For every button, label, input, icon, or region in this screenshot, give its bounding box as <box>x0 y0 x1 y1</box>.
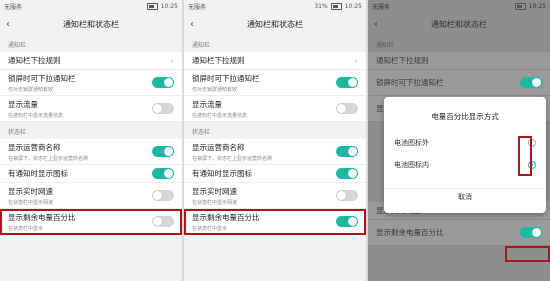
section-status: 状态栏 <box>192 129 211 136</box>
row-show-flow[interactable]: 显示流量在通知栏中显示流量信息 <box>0 96 182 122</box>
row-sub: 在状态栏中显示 <box>8 225 44 232</box>
back-arrow-icon[interactable]: ‹ <box>374 19 388 30</box>
net-speed-toggle[interactable] <box>152 190 174 201</box>
show-flow-toggle[interactable] <box>152 103 174 114</box>
row-sub: 在通知栏中显示流量信息 <box>8 112 64 119</box>
title-bar: ‹ 通知栏和状态栏 <box>0 13 182 35</box>
row-pull-rule[interactable]: 通知栏下拉规则 › <box>0 52 182 70</box>
row-label: 有通知时显示图标 <box>192 169 252 178</box>
battery-pct-toggle[interactable] <box>336 216 358 227</box>
row-label: 锁屏时可下拉通知栏 <box>192 73 260 83</box>
row-sub: 仅对无锁屏通知有效 <box>192 86 238 93</box>
row-carrier-name[interactable]: 显示运营商名称在锁屏下，状态栏上显示运营商名称 <box>184 139 366 165</box>
row-battery-pct[interactable]: 显示剩余电量百分比 在状态栏中显示 <box>184 209 366 235</box>
status-bar: 无服务 31% 10:25 <box>184 0 366 13</box>
title-bar: ‹ 通知栏和状态栏 <box>184 13 366 35</box>
dialog-title: 电量百分比显示方式 <box>431 112 499 121</box>
row-label: 显示运营商名称 <box>8 142 61 152</box>
row-sub: 在通知栏中显示流量信息 <box>192 112 248 119</box>
row-label: 显示剩余电量百分比 <box>192 212 260 222</box>
row-pull-rule[interactable]: 通知栏下拉规则 › <box>368 52 550 70</box>
row-label: 通知栏下拉规则 <box>192 56 245 65</box>
row-label: 显示流量 <box>8 99 38 109</box>
show-flow-toggle[interactable] <box>336 103 358 114</box>
battery-icon <box>330 3 342 10</box>
back-arrow-icon[interactable]: ‹ <box>190 19 204 30</box>
row-sub: 在锁屏下，状态栏上显示运营商名称 <box>8 155 89 162</box>
notify-icon-toggle[interactable] <box>336 168 358 179</box>
row-label: 显示实时网速 <box>8 186 53 196</box>
row-label: 显示运营商名称 <box>192 142 245 152</box>
lock-pull-toggle[interactable] <box>152 77 174 88</box>
row-net-speed[interactable]: 显示实时网速 在状态栏中显示网速 <box>0 183 182 209</box>
battery-pct-toggle[interactable] <box>520 227 542 238</box>
row-pull-rule[interactable]: 通知栏下拉规则 › <box>184 52 366 70</box>
row-sub: 仅对无锁屏通知有效 <box>8 86 54 93</box>
row-show-flow[interactable]: 显示流量在通知栏中显示流量信息 <box>184 96 366 122</box>
carrier-text: 无服务 <box>372 4 391 11</box>
battery-percent: 31% <box>314 3 328 10</box>
screen-middle: 无服务 31% 10:25 ‹ 通知栏和状态栏 通知栏 通知栏下拉规则 › 锁屏时可… <box>184 0 366 281</box>
row-lock-pull[interactable]: 锁屏时可下拉通知栏 <box>368 70 550 96</box>
page-title: 通知栏和状态栏 <box>247 19 303 29</box>
row-label: 通知栏下拉规则 <box>376 56 429 65</box>
row-sub: 在锁屏下，状态栏上显示运营商名称 <box>192 155 273 162</box>
battery-icon <box>146 3 158 10</box>
cancel-button[interactable]: 取消 <box>384 188 546 205</box>
row-lock-pull[interactable]: 锁屏时可下拉通知栏 仅对无锁屏通知有效 <box>0 70 182 96</box>
carrier-text: 无服务 <box>4 4 23 11</box>
section-notify: 通知栏 <box>376 42 395 49</box>
row-notify-icon[interactable]: 有通知时显示图标 <box>0 165 182 183</box>
lock-pull-toggle[interactable] <box>336 77 358 88</box>
section-notify: 通知栏 <box>8 42 27 49</box>
row-battery-pct[interactable]: 显示剩余电量百分比 <box>368 220 550 246</box>
row-label: 显示剩余电量百分比 <box>8 212 76 222</box>
highlight-box <box>505 246 550 262</box>
page-title: 通知栏和状态栏 <box>63 19 119 29</box>
clock: 10:25 <box>344 3 362 10</box>
row-battery-pct[interactable]: 显示剩余电量百分比 在状态栏中显示 <box>0 209 182 235</box>
row-sub: 在状态栏中显示 <box>192 225 228 232</box>
title-bar: ‹ 通知栏和状态栏 <box>368 13 550 35</box>
status-bar: 无服务 10:25 <box>368 0 550 13</box>
net-speed-toggle[interactable] <box>336 190 358 201</box>
row-notify-icon[interactable]: 有通知时显示图标 <box>184 165 366 183</box>
page-title: 通知栏和状态栏 <box>431 19 487 29</box>
row-label: 锁屏时可下拉通知栏 <box>8 73 76 83</box>
section-notify: 通知栏 <box>192 42 211 49</box>
row-label: 显示流量 <box>192 99 222 109</box>
option-label: 电池图标外 <box>394 139 429 147</box>
back-arrow-icon[interactable]: ‹ <box>6 19 20 30</box>
row-sub: 在状态栏中显示网速 <box>8 199 54 206</box>
row-net-speed[interactable]: 显示实时网速 在状态栏中显示网速 <box>184 183 366 209</box>
battery-icon <box>514 3 526 10</box>
clock: 10:25 <box>528 3 546 10</box>
row-label: 有通知时显示图标 <box>8 169 68 178</box>
row-lock-pull[interactable]: 锁屏时可下拉通知栏 仅对无锁屏通知有效 <box>184 70 366 96</box>
clock: 10:25 <box>160 3 178 10</box>
option-label: 电池图标内 <box>394 161 429 169</box>
screen-left: 无服务 10:25 ‹ 通知栏和状态栏 通知栏 通知栏下拉规则 › 锁屏时可下拉通… <box>0 0 182 281</box>
notify-icon-toggle[interactable] <box>152 168 174 179</box>
chevron-right-icon: › <box>538 56 542 65</box>
row-label: 锁屏时可下拉通知栏 <box>376 78 444 87</box>
row-label: 通知栏下拉规则 <box>8 56 61 65</box>
row-label: 显示剩余电量百分比 <box>376 228 444 237</box>
row-label: 显示实时网速 <box>192 186 237 196</box>
row-sub: 在状态栏中显示网速 <box>192 199 238 206</box>
lock-pull-toggle[interactable] <box>520 77 542 88</box>
row-carrier-name[interactable]: 显示运营商名称在锁屏下，状态栏上显示运营商名称 <box>0 139 182 165</box>
carrier-text: 无服务 <box>188 4 207 11</box>
carrier-toggle[interactable] <box>336 146 358 157</box>
status-bar: 无服务 10:25 <box>0 0 182 13</box>
carrier-toggle[interactable] <box>152 146 174 157</box>
chevron-right-icon: › <box>170 56 174 65</box>
battery-pct-toggle[interactable] <box>152 216 174 227</box>
section-status: 状态栏 <box>8 129 27 136</box>
chevron-right-icon: › <box>354 56 358 65</box>
highlight-box <box>518 136 532 176</box>
